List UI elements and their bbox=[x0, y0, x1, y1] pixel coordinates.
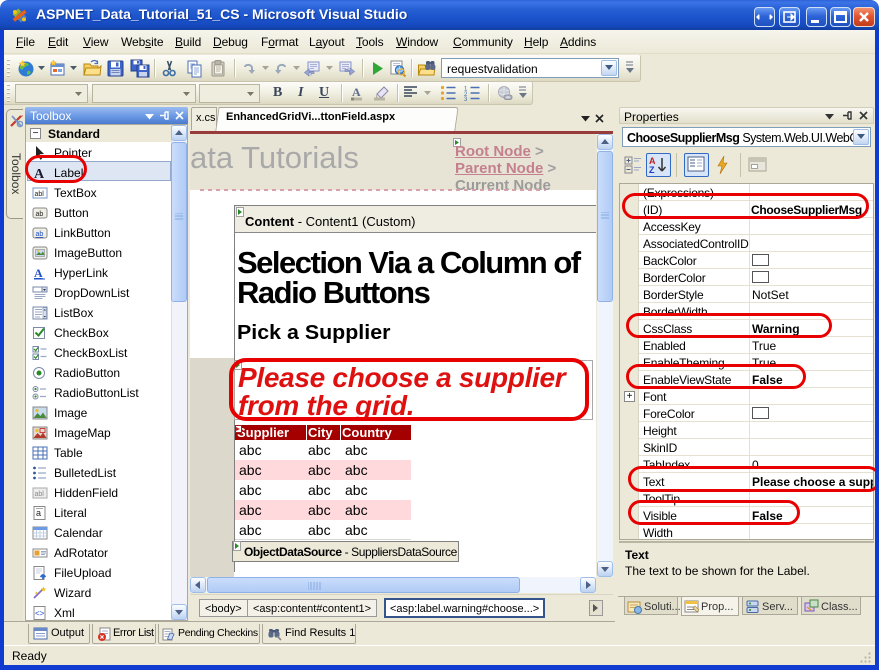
svg-text:ab: ab bbox=[36, 211, 44, 218]
svg-text:ab: ab bbox=[36, 231, 44, 238]
svg-text:<>: <> bbox=[35, 609, 45, 618]
svg-text:abl: abl bbox=[35, 191, 45, 198]
svg-text:abl: abl bbox=[35, 491, 45, 498]
svg-text:A: A bbox=[34, 167, 45, 181]
svg-text:Z: Z bbox=[649, 165, 655, 175]
svg-text:3: 3 bbox=[464, 97, 468, 101]
svg-text:A: A bbox=[352, 85, 361, 99]
svg-text:a: a bbox=[36, 508, 41, 518]
svg-text:A: A bbox=[34, 266, 43, 280]
